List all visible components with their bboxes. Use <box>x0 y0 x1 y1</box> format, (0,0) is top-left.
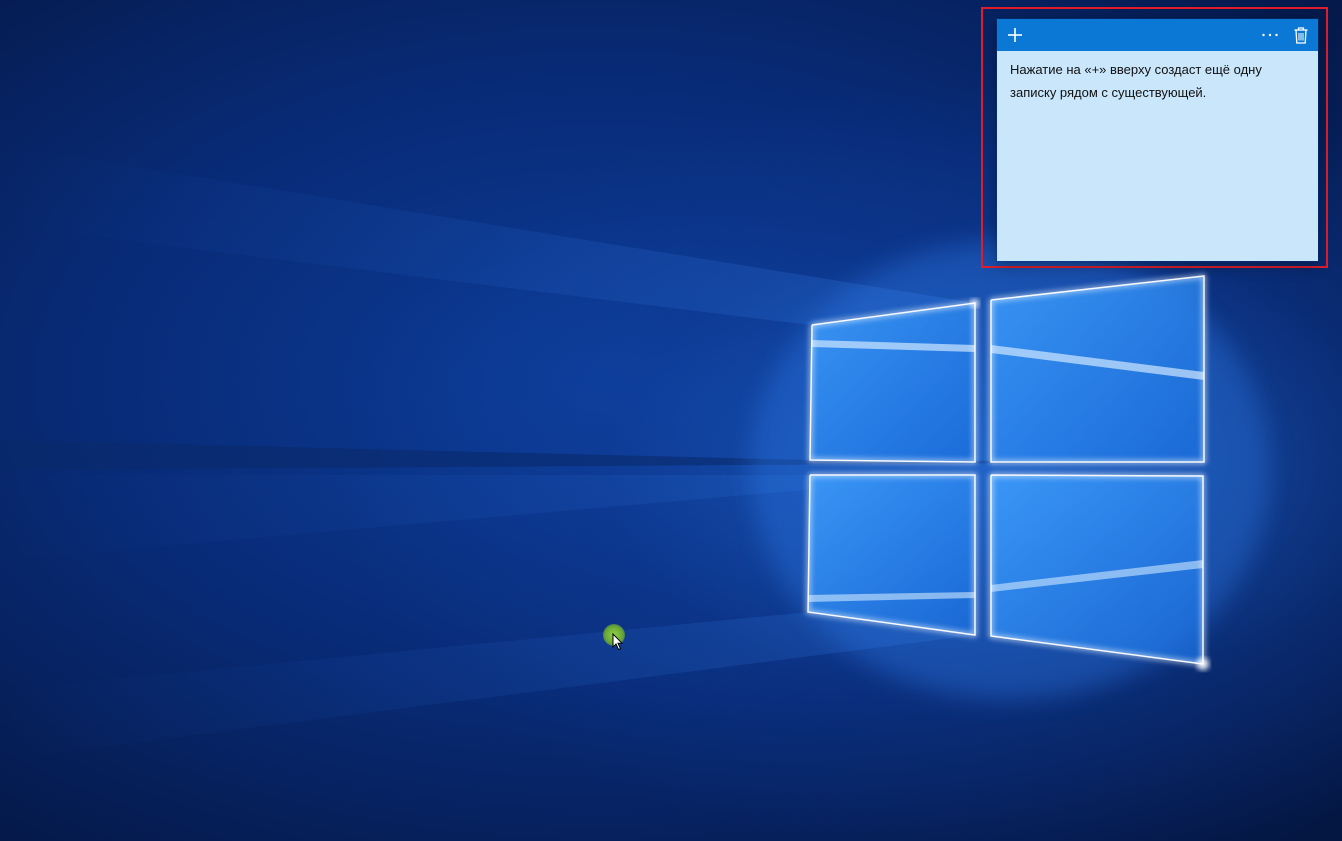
plus-icon <box>1008 28 1022 42</box>
delete-note-button[interactable] <box>1285 19 1317 51</box>
desktop[interactable]: Нажатие на «+» вверху создаст ещё одну з… <box>0 0 1342 841</box>
sticky-note-window[interactable]: Нажатие на «+» вверху создаст ещё одну з… <box>997 19 1318 261</box>
sticky-note-titlebar[interactable] <box>997 19 1318 51</box>
note-text-area[interactable]: Нажатие на «+» вверху создаст ещё одну з… <box>1010 59 1306 104</box>
ellipsis-icon <box>1262 33 1278 37</box>
trash-icon <box>1294 26 1308 44</box>
menu-button[interactable] <box>1254 19 1286 51</box>
add-note-button[interactable] <box>999 19 1031 51</box>
arrow-cursor-icon <box>612 633 624 651</box>
